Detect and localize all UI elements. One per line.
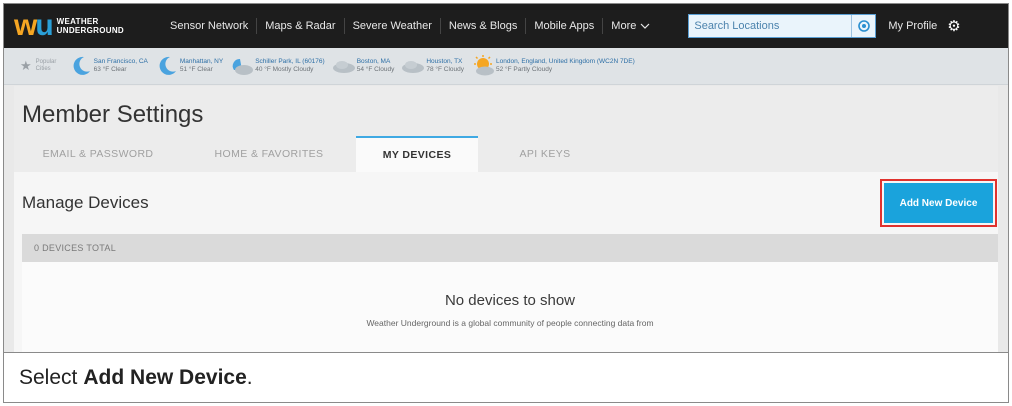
instruction-caption: Select Add New Device.: [4, 352, 1008, 402]
nav-mobile-apps[interactable]: Mobile Apps: [525, 18, 602, 34]
nav-news-blogs[interactable]: News & Blogs: [439, 18, 525, 34]
search-box: [688, 14, 877, 38]
city-condition: 54 °F Cloudy: [356, 66, 395, 73]
devices-total-label: 0 DEVICES TOTAL: [34, 243, 117, 253]
favorites-label-line-1: Popular: [35, 59, 57, 65]
favorite-city[interactable]: Manhattan, NY 51 °F Clear: [154, 54, 223, 78]
empty-state-subtitle: Weather Underground is a global communit…: [366, 318, 654, 328]
tab-email-password[interactable]: EMAIL & PASSWORD: [14, 136, 182, 172]
tab-home-favorites[interactable]: HOME & FAVORITES: [182, 136, 356, 172]
member-settings-page: Member Settings EMAIL & PASSWORD HOME & …: [14, 86, 998, 352]
star-icon[interactable]: ★: [20, 58, 32, 74]
chevron-down-icon: [640, 23, 650, 29]
my-profile-link[interactable]: My Profile: [888, 20, 937, 32]
city-condition: 51 °F Clear: [179, 66, 213, 73]
nav-severe-weather[interactable]: Severe Weather: [343, 18, 440, 34]
manage-devices-heading: Manage Devices: [22, 193, 149, 212]
caption-bold-target: Add New Device: [83, 365, 247, 389]
page-title: Member Settings: [22, 101, 204, 128]
weather-underground-logo[interactable]: wu WEATHER UNDERGROUND: [14, 11, 162, 41]
devices-panel: Manage Devices Add New Device 0 DEVICES …: [14, 172, 998, 352]
figure-frame: wu WEATHER UNDERGROUND Sensor Network Ma…: [3, 3, 1009, 403]
city-condition: 63 °F Clear: [93, 66, 127, 73]
favorite-city[interactable]: Boston, MA 54 °F Cloudy: [331, 54, 395, 78]
city-name: Boston, MA: [356, 58, 391, 65]
caption-suffix: .: [246, 365, 253, 389]
logo-line-2: UNDERGROUND: [56, 26, 124, 35]
city-condition: 52 °F Partly Cloudy: [496, 66, 553, 73]
city-name: London, England, United Kingdom (WC2N 7D…: [496, 58, 635, 65]
caption-prefix: Select: [19, 365, 78, 389]
favorite-city[interactable]: Houston, TX 78 °F Cloudy: [400, 54, 464, 78]
nav-maps-radar[interactable]: Maps & Radar: [256, 18, 343, 34]
logo-line-1: WEATHER: [56, 17, 99, 26]
locate-button[interactable]: [851, 15, 875, 37]
favorites-label: Popular Cities: [36, 59, 62, 73]
nav-more-label: More: [611, 20, 637, 32]
empty-state: No devices to show Weather Underground i…: [22, 262, 998, 352]
partly-cloudy-icon: [474, 55, 495, 76]
app-screenshot: wu WEATHER UNDERGROUND Sensor Network Ma…: [4, 4, 1008, 352]
add-new-device-button[interactable]: Add New Device: [884, 183, 993, 223]
mostly-cloudy-icon: [232, 58, 254, 75]
favorite-city[interactable]: San Francisco, CA 63 °F Clear: [68, 54, 148, 78]
tab-api-keys[interactable]: API KEYS: [478, 136, 612, 172]
logo-text: WEATHER UNDERGROUND: [57, 17, 124, 35]
favorite-city[interactable]: Schiller Park, IL (60176) 40 °F Mostly Cl…: [229, 54, 325, 78]
city-name: Manhattan, NY: [179, 58, 224, 65]
nav-sensor-network[interactable]: Sensor Network: [162, 18, 256, 34]
favorite-city[interactable]: London, England, United Kingdom (WC2N 7D…: [470, 54, 635, 78]
city-name: San Francisco, CA: [93, 58, 148, 65]
cloud-icon: [332, 61, 355, 73]
moon-icon: [73, 56, 90, 75]
wu-logo-mark: wu: [14, 9, 54, 42]
favorite-cities-bar: ★ Popular Cities San Francisco, CA 63 °F …: [4, 48, 1008, 85]
cloud-icon: [402, 61, 425, 73]
devices-count-bar: 0 DEVICES TOTAL: [22, 234, 998, 262]
nav-more[interactable]: More: [602, 18, 658, 34]
tab-my-devices[interactable]: MY DEVICES: [356, 136, 478, 172]
city-name: Schiller Park, IL (60176): [255, 58, 325, 65]
gear-icon[interactable]: ⚙: [947, 17, 960, 35]
city-condition: 40 °F Mostly Cloudy: [255, 66, 314, 73]
top-navigation: wu WEATHER UNDERGROUND Sensor Network Ma…: [4, 4, 1008, 48]
settings-tabs: EMAIL & PASSWORD HOME & FAVORITES MY DEV…: [14, 136, 998, 172]
search-input[interactable]: [689, 15, 852, 37]
moon-icon: [159, 56, 176, 75]
city-name: Houston, TX: [426, 58, 463, 65]
favorites-label-line-2: Cities: [35, 66, 51, 72]
location-target-icon: [858, 20, 870, 32]
empty-state-title: No devices to show: [444, 292, 576, 309]
city-condition: 78 °F Cloudy: [426, 66, 465, 73]
